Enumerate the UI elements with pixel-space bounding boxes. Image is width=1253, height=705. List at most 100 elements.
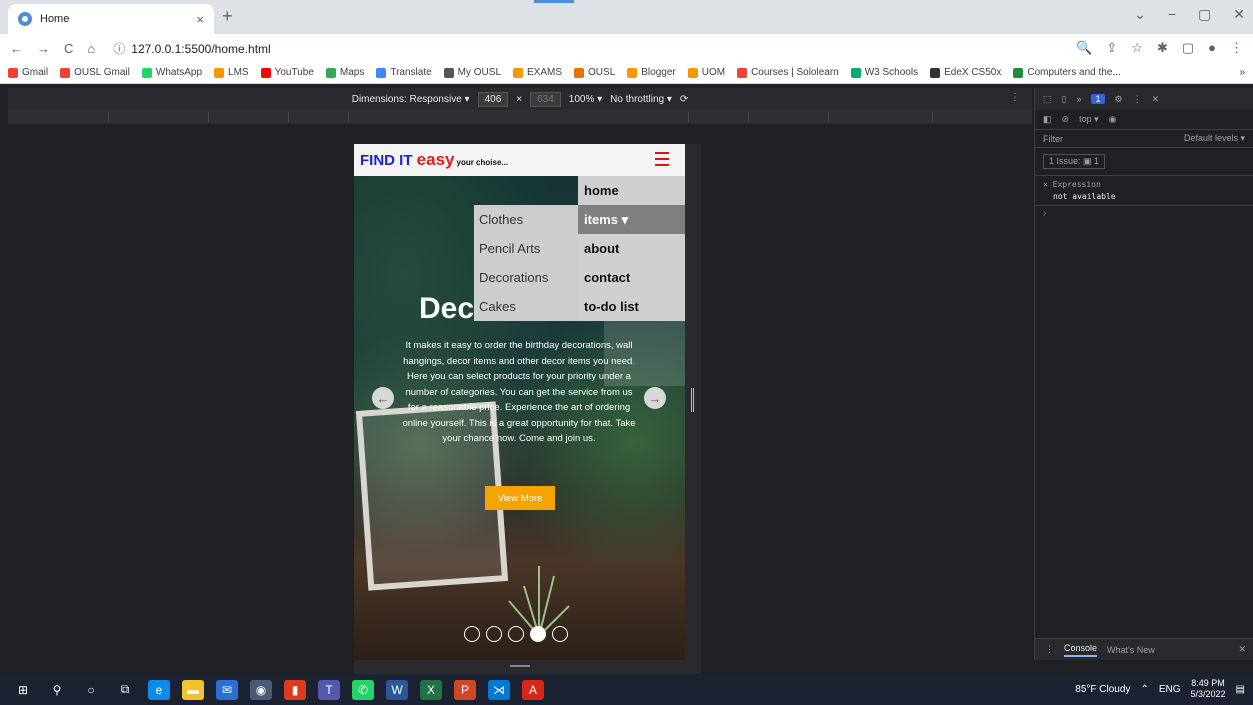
close-window-button[interactable]: ✕: [1233, 6, 1245, 23]
acrobat-icon[interactable]: A: [522, 679, 544, 700]
issues-button[interactable]: 1 Issue: ▣ 1: [1043, 154, 1106, 169]
tray-overflow-icon[interactable]: ⌃: [1140, 684, 1148, 695]
zoom-dropdown[interactable]: 100% ▾: [569, 94, 602, 105]
carousel-next-arrow-icon[interactable]: →: [644, 387, 666, 409]
clear-console-icon[interactable]: ⊘: [1062, 114, 1070, 125]
settings-gear-icon[interactable]: ⚙: [1115, 94, 1123, 105]
teams-icon[interactable]: T: [318, 679, 340, 700]
new-tab-button[interactable]: +: [222, 6, 233, 27]
mail-icon[interactable]: ✉: [216, 679, 238, 700]
bookmark-item[interactable]: WhatsApp: [141, 67, 202, 78]
view-more-button[interactable]: View More: [485, 486, 555, 510]
carousel-dot[interactable]: [486, 626, 502, 642]
weather-widget[interactable]: 85°F Cloudy: [1075, 684, 1130, 695]
bookmark-item[interactable]: OUSL Gmail: [60, 67, 130, 78]
expression-label[interactable]: × Expression: [1043, 180, 1245, 189]
address-bar[interactable]: ⓘ 127.0.0.1:5500/home.html: [113, 40, 270, 57]
office-icon[interactable]: ▮: [284, 679, 306, 700]
height-input[interactable]: 634: [530, 91, 561, 107]
bookmark-item[interactable]: Courses | Sololearn: [737, 67, 839, 78]
bookmark-item[interactable]: UOM: [687, 67, 725, 78]
filter-input[interactable]: Filter: [1043, 134, 1063, 144]
bookmark-item[interactable]: LMS: [214, 67, 249, 78]
windows-start-icon[interactable]: ⊞: [12, 680, 34, 700]
chrome-menu-icon[interactable]: ⋮: [1230, 40, 1243, 56]
live-expression-eye-icon[interactable]: ◉: [1109, 114, 1117, 125]
bookmark-item[interactable]: My OUSL: [443, 67, 501, 78]
submenu-item-cakes[interactable]: Cakes: [474, 292, 578, 321]
inspect-icon[interactable]: ⬚: [1043, 94, 1052, 105]
whatsapp-icon[interactable]: ✆: [352, 679, 374, 700]
more-tabs-icon[interactable]: »: [1076, 94, 1081, 104]
bookmark-item[interactable]: Maps: [325, 67, 364, 78]
tab-close-icon[interactable]: ×: [196, 12, 204, 27]
powerpoint-icon[interactable]: P: [454, 679, 476, 700]
excel-icon[interactable]: X: [420, 679, 442, 700]
carousel-dot[interactable]: [508, 626, 524, 642]
site-info-icon[interactable]: ⓘ: [113, 42, 125, 56]
drawer-menu-icon[interactable]: ⋮: [1045, 644, 1054, 655]
bookmark-star-icon[interactable]: ☆: [1131, 40, 1143, 56]
bottom-grip-icon[interactable]: [510, 665, 530, 667]
clock[interactable]: 8:49 PM 5/3/2022: [1191, 678, 1226, 700]
bookmark-item[interactable]: EdeX CS50x: [930, 67, 1001, 78]
devtools-menu-icon[interactable]: ⋮: [1133, 94, 1142, 105]
submenu-item-pencil-arts[interactable]: Pencil Arts: [474, 234, 578, 263]
language-indicator[interactable]: ENG: [1159, 684, 1181, 695]
bookmark-item[interactable]: EXAMS: [513, 67, 562, 78]
browser-tab-home[interactable]: Home ×: [8, 4, 214, 34]
nav-item-items[interactable]: items ▾: [578, 205, 685, 234]
reload-button[interactable]: C: [64, 41, 73, 56]
task-view-icon[interactable]: ⧉: [114, 680, 136, 700]
bookmarks-more-icon[interactable]: »: [1239, 67, 1245, 78]
chrome-taskbar-icon[interactable]: ◉: [250, 679, 272, 700]
issues-badge[interactable]: 1: [1091, 94, 1105, 104]
bookmark-item[interactable]: YouTube: [260, 67, 314, 78]
nav-item-contact[interactable]: contact: [578, 263, 685, 292]
cortana-icon[interactable]: ○: [80, 680, 102, 700]
dimensions-dropdown[interactable]: Dimensions: Responsive ▾: [352, 94, 470, 105]
carousel-dot[interactable]: [464, 626, 480, 642]
forward-button[interactable]: →: [37, 41, 50, 56]
submenu-item-decorations[interactable]: Decorations: [474, 263, 578, 292]
console-prompt[interactable]: ›: [1035, 206, 1253, 221]
zoom-icon[interactable]: 🔍: [1076, 40, 1092, 56]
site-logo[interactable]: FIND IT easy your choise...: [360, 150, 508, 170]
resize-grip-icon[interactable]: [691, 388, 694, 412]
nav-item-home[interactable]: home: [578, 176, 685, 205]
tab-whats-new[interactable]: What's New: [1107, 645, 1155, 655]
extensions-icon[interactable]: ✱: [1157, 40, 1168, 56]
share-icon[interactable]: ⇪: [1106, 40, 1117, 56]
edge-icon[interactable]: e: [148, 679, 170, 700]
nav-item-about[interactable]: about: [578, 234, 685, 263]
tab-console[interactable]: Console: [1064, 643, 1098, 657]
notifications-icon[interactable]: ▤: [1236, 684, 1245, 695]
maximize-button[interactable]: ▢: [1198, 6, 1211, 23]
log-levels-dropdown[interactable]: Default levels ▾: [1184, 133, 1245, 144]
back-button[interactable]: ←: [10, 41, 23, 56]
nav-item-to-do-list[interactable]: to-do list: [578, 292, 685, 321]
bookmark-item[interactable]: Translate: [376, 67, 432, 78]
carousel-dot[interactable]: [530, 626, 546, 642]
device-toggle-icon[interactable]: ▯: [1062, 94, 1067, 105]
submenu-item-clothes[interactable]: Clothes: [474, 205, 578, 234]
drawer-close-icon[interactable]: ✕: [1238, 644, 1246, 655]
rotate-icon[interactable]: ⟳: [680, 94, 688, 105]
home-button[interactable]: ⌂: [87, 41, 95, 56]
side-panel-icon[interactable]: ▢: [1182, 40, 1194, 56]
vscode-icon[interactable]: ⋊: [488, 679, 510, 700]
bookmark-item[interactable]: OUSL: [574, 67, 615, 78]
word-icon[interactable]: W: [386, 679, 408, 700]
search-icon[interactable]: ⚲: [46, 680, 68, 700]
carousel-dot[interactable]: [552, 626, 568, 642]
tab-search-icon[interactable]: ⌄: [1134, 6, 1146, 23]
width-input[interactable]: 406: [477, 91, 509, 107]
minimize-button[interactable]: −: [1168, 6, 1176, 23]
hamburger-menu-icon[interactable]: [655, 152, 669, 166]
throttling-dropdown[interactable]: No throttling ▾: [610, 94, 672, 105]
carousel-prev-arrow-icon[interactable]: ←: [372, 387, 394, 409]
context-dropdown[interactable]: top ▾: [1079, 114, 1099, 125]
bookmark-item[interactable]: Computers and the...: [1013, 67, 1121, 78]
bookmark-item[interactable]: W3 Schools: [850, 67, 918, 78]
sidebar-toggle-icon[interactable]: ◧: [1043, 114, 1052, 125]
